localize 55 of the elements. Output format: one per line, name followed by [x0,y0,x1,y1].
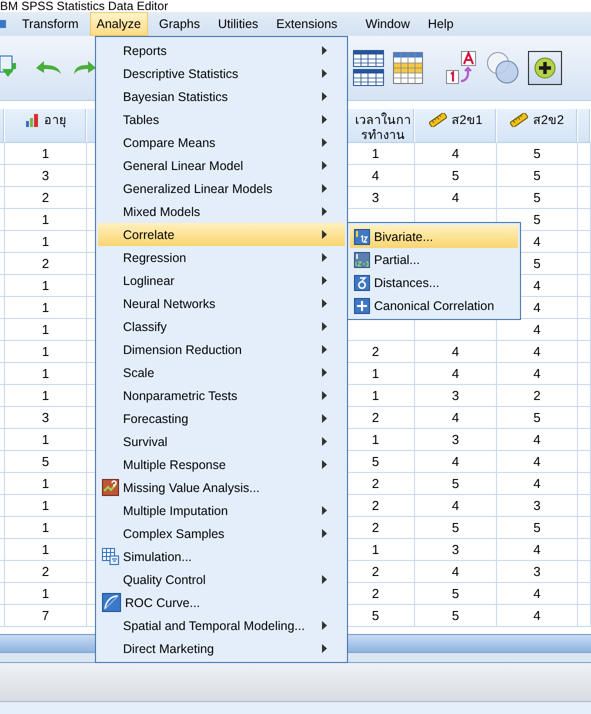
table-cell: 2 [5,561,87,583]
table-cell: 5 [415,165,497,187]
table-cell: 1 [5,143,87,165]
table-cell: 3 [5,165,87,187]
window-title: BM SPSS Statistics Data Editor [0,0,168,12]
table-cell: 1 [5,473,87,495]
table-cell: 4 [497,539,578,561]
table-cell: 4 [497,429,578,451]
table-cell: 1 [5,209,87,231]
table-cell: 4 [415,407,497,429]
table-cell: 1 [5,363,87,385]
table-cell: 4 [415,363,497,385]
table-cell: 5 [497,143,578,165]
table-cell: 4 [415,341,497,363]
table-cell: 2 [5,187,87,209]
table-cell: 5 [415,605,497,627]
table-cell: 1 [5,319,87,341]
table-cell: 1 [5,517,87,539]
table-cell: 4 [415,451,497,473]
table-cell: 3 [415,539,497,561]
table-cell: 1 [5,429,87,451]
table-cell: 4 [497,473,578,495]
table-cell: 4 [497,363,578,385]
table-cell: 4 [497,605,578,627]
table-cell: 4 [415,495,497,517]
table-cell: 3 [497,495,578,517]
table-cell: 1 [5,231,87,253]
table-cell: 4 [415,143,497,165]
table-cell: 1 [5,341,87,363]
table-cell: 5 [497,187,578,209]
table-cell: 4 [497,583,578,605]
table-cell: 2 [497,385,578,407]
table-cell: 5 [415,517,497,539]
table-cell: 5 [497,165,578,187]
table-cell: 4 [415,561,497,583]
table-cell: 3 [415,385,497,407]
table-cell: 5 [497,407,578,429]
table-cell: 1 [5,583,87,605]
table-cell: 7 [5,605,87,627]
table-cell: 4 [497,341,578,363]
table-cell: 1 [5,297,87,319]
table-cell: 5 [415,583,497,605]
table-cell: 1 [5,275,87,297]
table-cell: 3 [5,407,87,429]
table-cell: 3 [497,561,578,583]
table-cell: 4 [415,187,497,209]
table-cell: 1 [5,495,87,517]
table-cell: 5 [5,451,87,473]
table-cell: 5 [415,473,497,495]
table-cell: 3 [415,429,497,451]
table-cell: 5 [497,517,578,539]
table-cell: 1 [5,385,87,407]
table-cell: 4 [497,451,578,473]
table-cell: 2 [5,253,87,275]
table-cell: 1 [5,539,87,561]
